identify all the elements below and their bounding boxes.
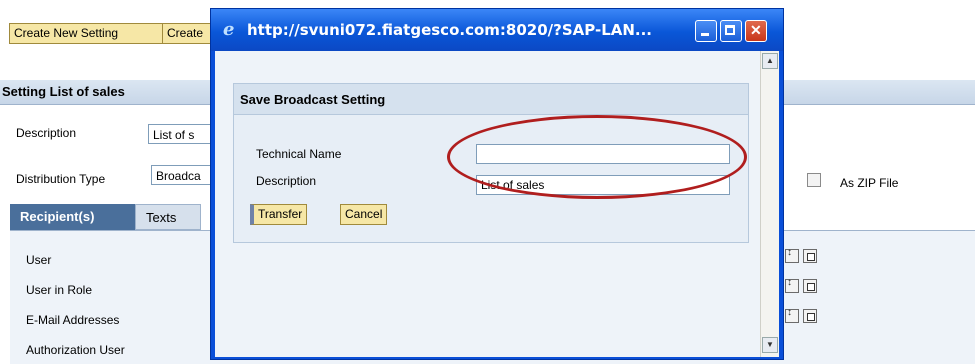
- cancel-button[interactable]: Cancel: [340, 204, 388, 225]
- popup-content: ▲ ▼ Save Broadcast Setting Technical Nam…: [215, 51, 779, 357]
- scroll-down-icon[interactable]: ▼: [762, 337, 778, 353]
- highlight-ellipse: [447, 115, 747, 199]
- multi-select-icon[interactable]: [803, 279, 817, 293]
- multi-select-icon[interactable]: [803, 249, 817, 263]
- ie-icon: e: [223, 19, 235, 40]
- description-label: Description: [16, 126, 77, 140]
- minimize-icon[interactable]: [695, 20, 717, 42]
- multi-select-icon[interactable]: [803, 309, 817, 323]
- recipient-row-user-in-role: User in Role: [26, 283, 93, 297]
- as-zip-checkbox[interactable]: [807, 173, 821, 187]
- dialog-title: Save Broadcast Setting: [240, 92, 386, 107]
- tab-texts[interactable]: Texts: [135, 204, 201, 230]
- description-label: Description: [256, 174, 317, 188]
- value-help-icon[interactable]: [785, 277, 799, 293]
- scroll-up-icon[interactable]: ▲: [762, 53, 778, 69]
- distribution-type-label: Distribution Type: [16, 172, 106, 186]
- technical-name-label: Technical Name: [256, 147, 342, 161]
- transfer-button[interactable]: Transfer: [250, 204, 308, 225]
- recipient-row-authorization-user: Authorization User: [26, 343, 125, 357]
- popup-titlebar[interactable]: e http://svuni072.fiatgesco.com:8020/?SA…: [211, 9, 783, 51]
- as-zip-label: As ZIP File: [840, 176, 899, 190]
- value-help-icon[interactable]: [785, 307, 799, 323]
- create-new-setting-button[interactable]: Create New Setting: [9, 23, 165, 44]
- maximize-icon[interactable]: [720, 20, 742, 42]
- tab-recipients[interactable]: Recipient(s): [10, 204, 142, 230]
- recipient-row-email: E-Mail Addresses: [26, 313, 120, 327]
- close-icon[interactable]: [745, 20, 767, 42]
- dialog-header: Save Broadcast Setting: [234, 84, 748, 115]
- recipient-row-user: User: [26, 253, 52, 267]
- vertical-scrollbar[interactable]: ▲ ▼: [760, 51, 779, 357]
- value-help-icon[interactable]: [785, 247, 799, 263]
- section-title: Setting List of sales: [2, 84, 125, 99]
- popup-window-title: http://svuni072.fiatgesco.com:8020/?SAP-…: [247, 21, 653, 39]
